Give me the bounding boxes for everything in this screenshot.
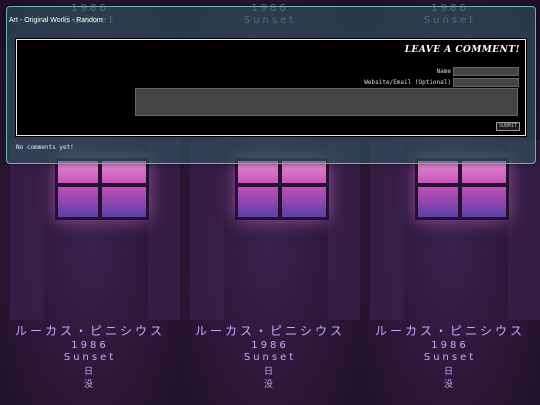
website-label: Website/Email (Optional): [364, 79, 451, 86]
no-comments-text: No comments yet!: [16, 144, 74, 151]
tile-kanji-2: 没: [83, 380, 96, 390]
breadcrumb: Art - Original Works - Random: [9, 17, 103, 24]
tile-kana: ルーカス・ピニシウス: [194, 324, 345, 338]
breadcrumb-art-link[interactable]: Art: [9, 17, 18, 24]
tile-sunset: Sunset: [423, 352, 477, 363]
comment-form-title: LEAVE A COMMENT!: [404, 45, 520, 55]
tile-year: 1986: [71, 340, 109, 351]
breadcrumb-random-link[interactable]: Random: [76, 17, 102, 24]
tile-sunset: Sunset: [243, 352, 297, 363]
window-art: [415, 158, 509, 220]
comment-textarea[interactable]: [135, 88, 518, 116]
breadcrumb-original-works-link[interactable]: Original Works: [24, 17, 70, 24]
tile-kanji-2: 没: [263, 380, 276, 390]
website-input[interactable]: [453, 78, 519, 87]
tile-year: 1986: [431, 340, 469, 351]
tile-kanji-1: 日: [83, 367, 96, 377]
tile-kanji-2: 没: [443, 380, 456, 390]
tile-kana: ルーカス・ピニシウス: [374, 324, 525, 338]
tile-kana: ルーカス・ピニシウス: [14, 324, 165, 338]
tile-year: 1986: [251, 340, 289, 351]
name-label: Name: [436, 68, 451, 75]
window-art: [55, 158, 149, 220]
comment-form: LEAVE A COMMENT! Name Website/Email (Opt…: [15, 38, 527, 137]
name-input[interactable]: [453, 67, 519, 76]
tile-sunset: Sunset: [63, 352, 117, 363]
submit-button[interactable]: SUBMIT: [496, 122, 520, 131]
tile-kanji-1: 日: [263, 367, 276, 377]
tile-kanji-1: 日: [443, 367, 456, 377]
window-art: [235, 158, 329, 220]
